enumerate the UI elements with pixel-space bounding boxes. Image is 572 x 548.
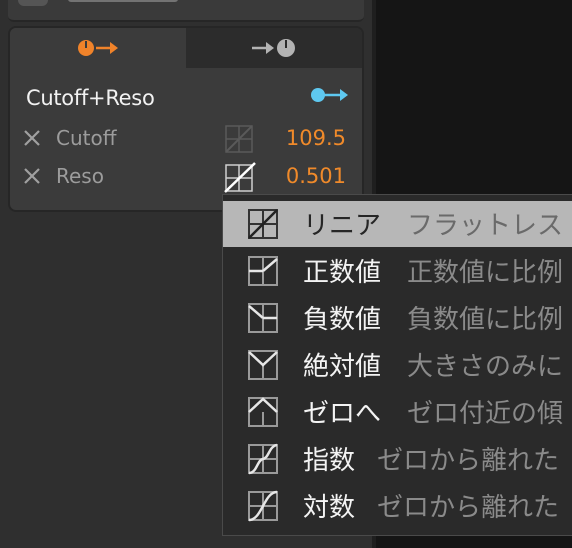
modulator-tabs (10, 28, 362, 68)
menu-item-desc: ゼロから離れた (377, 446, 560, 476)
link-arrow-icon[interactable] (310, 84, 350, 106)
menu-item-logarithmic[interactable]: 対数 ゼロから離れた (223, 483, 572, 529)
menu-item-name: 絶対値 (303, 352, 382, 382)
knob-out-icon (78, 40, 118, 56)
positive-curve-icon (248, 256, 278, 286)
menu-item-desc: 正数値に比例 (407, 258, 564, 288)
previous-panel-label (68, 0, 178, 2)
param-value-cutoff[interactable]: 109.5 (286, 126, 346, 150)
negative-curve-icon (248, 303, 278, 333)
tab-modulation-in[interactable] (186, 28, 362, 68)
previous-panel-edge (8, 0, 364, 22)
curve-type-active-icon[interactable] (224, 162, 256, 194)
menu-item-positive[interactable]: 正数値 正数値に比例 (223, 248, 572, 294)
menu-item-name: 正数値 (303, 258, 382, 288)
menu-item-linear[interactable]: リニア フラットレス (223, 201, 572, 247)
menu-item-name: 指数 (303, 446, 356, 476)
menu-item-absolute[interactable]: 絶対値 大きさのみに (223, 342, 572, 388)
logarithmic-curve-icon (248, 490, 278, 522)
toward-zero-curve-icon (248, 397, 278, 427)
menu-item-name: 負数値 (303, 305, 382, 335)
param-label-cutoff: Cutoff (56, 126, 117, 150)
menu-item-desc: フラットレス (407, 211, 564, 241)
remove-reso-icon[interactable] (22, 166, 42, 186)
absolute-curve-icon (248, 350, 278, 380)
knob-in-icon (252, 39, 295, 57)
menu-item-desc: 大きさのみに (407, 352, 564, 382)
param-value-reso[interactable]: 0.501 (286, 164, 346, 188)
menu-item-negative[interactable]: 負数値 負数値に比例 (223, 295, 572, 341)
linear-curve-icon (248, 209, 278, 239)
curve-type-icon[interactable] (224, 124, 254, 154)
menu-item-name: リニア (303, 211, 382, 241)
menu-item-desc: ゼロから離れた (377, 493, 560, 523)
previous-panel-knob (18, 0, 48, 6)
modulator-title: Cutoff+Reso (26, 86, 155, 110)
menu-item-name: 対数 (303, 493, 356, 523)
menu-item-name: ゼロへ (303, 399, 382, 429)
exponential-curve-icon (248, 443, 278, 475)
curve-type-menu: リニア フラットレス 正数値 正数値に比例 負数値 負数値に比例 絶対値 大きさ… (222, 194, 572, 536)
menu-item-desc: ゼロ付近の傾 (407, 399, 564, 429)
menu-item-toward-zero[interactable]: ゼロへ ゼロ付近の傾 (223, 389, 572, 435)
menu-item-exponential[interactable]: 指数 ゼロから離れた (223, 436, 572, 482)
param-row-reso: Reso 0.501 (10, 162, 362, 194)
tab-modulation-out[interactable] (10, 28, 186, 68)
modulator-panel: Cutoff+Reso Cutoff 109.5 Reso 0.501 (8, 26, 364, 212)
param-label-reso: Reso (56, 164, 104, 188)
remove-cutoff-icon[interactable] (22, 128, 42, 148)
menu-item-desc: 負数値に比例 (407, 305, 564, 335)
param-row-cutoff: Cutoff 109.5 (10, 124, 362, 156)
